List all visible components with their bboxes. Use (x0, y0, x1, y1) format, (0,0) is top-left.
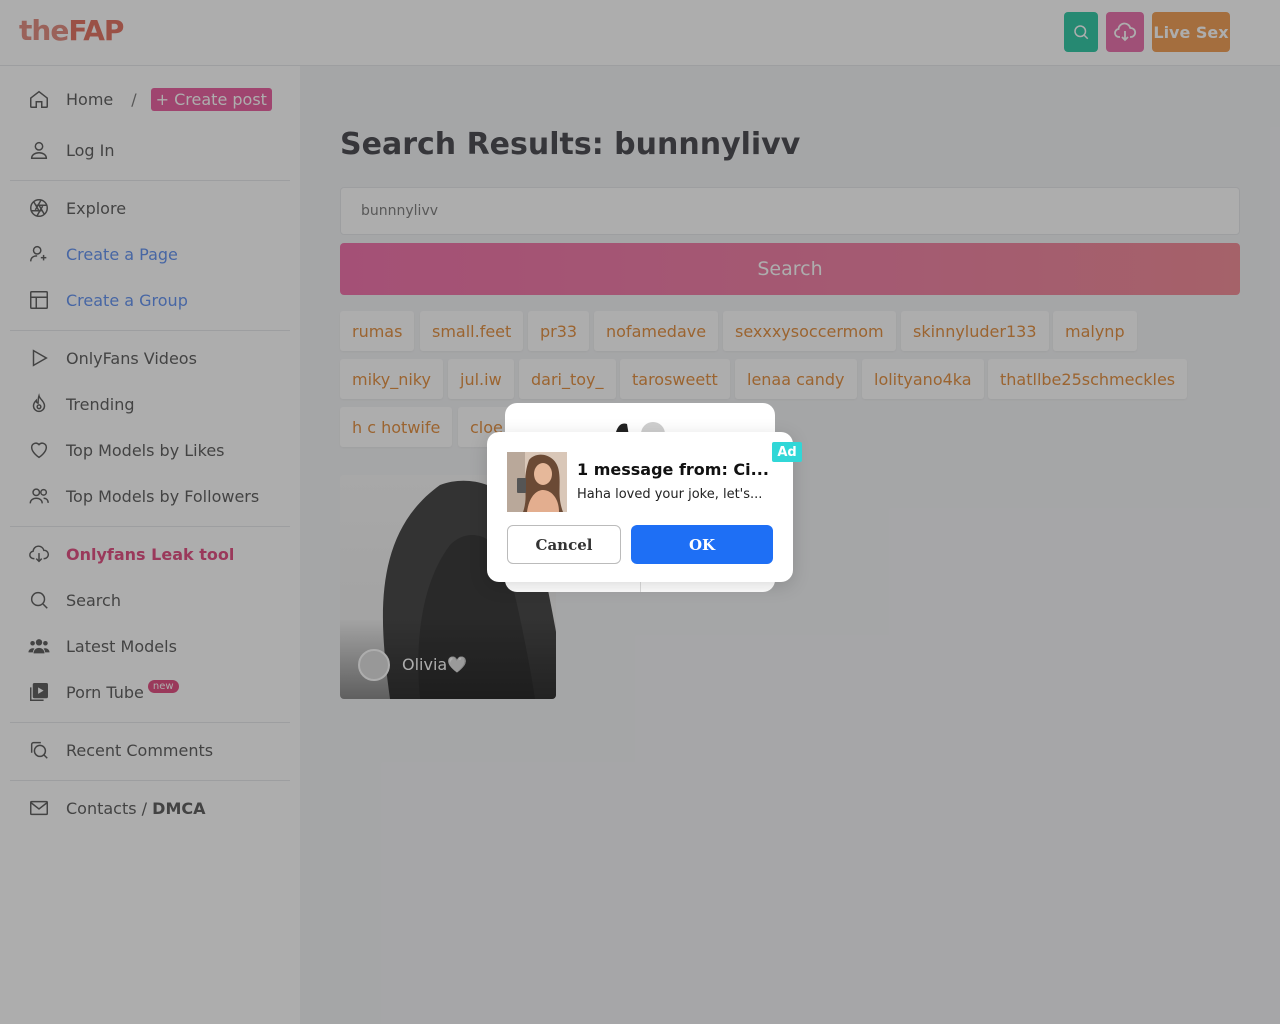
sender-thumbnail[interactable] (507, 452, 567, 512)
ad-message-title: 1 message from: Ci... (577, 460, 769, 479)
ok-button[interactable]: OK (631, 525, 773, 564)
ad-message-body: Haha loved your joke, let's... (577, 487, 763, 502)
sender-photo (507, 452, 567, 512)
cancel-button[interactable]: Cancel (507, 525, 621, 564)
ad-badge: Ad (772, 442, 802, 462)
